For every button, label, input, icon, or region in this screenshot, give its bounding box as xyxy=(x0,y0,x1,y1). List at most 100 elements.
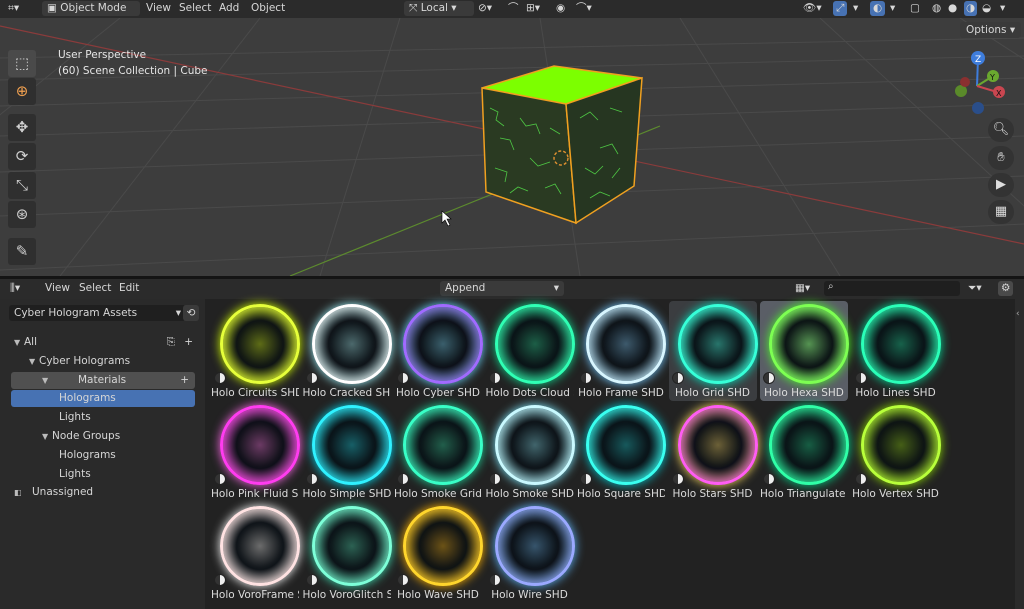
shading-solid-icon[interactable]: ● xyxy=(948,1,957,16)
asset-tile[interactable]: Holo Hexa SHD xyxy=(760,301,849,401)
asset-tile[interactable]: Holo Dots Cloud S... xyxy=(486,301,575,401)
asset-tile[interactable]: Holo Grid SHD xyxy=(668,301,758,401)
floor-grid xyxy=(0,18,1024,276)
ab-menu-select[interactable]: Select xyxy=(79,281,111,296)
cursor-tool[interactable]: ⊕ xyxy=(8,78,36,105)
perspective-label: User Perspective xyxy=(58,49,147,61)
asset-tile[interactable]: Holo Cracked SHD xyxy=(303,301,392,401)
import-mode-dropdown[interactable]: Append ▾ xyxy=(440,281,564,296)
scale-tool[interactable]: ⤡ xyxy=(8,172,36,199)
settings-gear-icon[interactable]: ⚙ xyxy=(998,281,1014,296)
ab-menu-view[interactable]: View xyxy=(45,281,70,296)
asset-tile[interactable]: Holo Square SHD xyxy=(577,402,666,502)
ab-menu-edit[interactable]: Edit xyxy=(119,281,139,296)
asset-tile[interactable]: Holo Wave SHD xyxy=(394,503,483,603)
asset-library-sidebar: Cyber Hologram Assets ▾ ⟲ ▼ All ⎘ + ▼ Cyber… xyxy=(0,299,205,609)
snap-icon[interactable]: ⌒ xyxy=(508,1,519,16)
tree-item-unassigned[interactable]: ◧ Unassigned xyxy=(14,484,93,501)
material-type-icon xyxy=(671,372,684,384)
collapse-triangle-icon[interactable]: ▼ xyxy=(14,334,24,351)
zoom-icon[interactable]: 🔍︎ xyxy=(988,118,1014,142)
tree-item-lights-nodes[interactable]: Lights xyxy=(59,466,91,483)
shading-wireframe-icon[interactable]: ◍ xyxy=(932,1,941,16)
asset-tile[interactable]: Holo VoroFrame S... xyxy=(211,503,300,603)
tree-item-holograms-nodes[interactable]: Holograms xyxy=(59,447,116,464)
move-tool[interactable]: ✥ xyxy=(8,114,36,141)
menu-object[interactable]: Object xyxy=(251,1,285,16)
overlays-icon[interactable]: ◐ xyxy=(870,1,886,16)
collapse-triangle-icon[interactable]: ▼ xyxy=(29,353,39,370)
menu-select[interactable]: Select xyxy=(179,1,211,16)
gizmo-toggle-icon[interactable]: ⤢ xyxy=(833,1,848,16)
shading-rendered-icon[interactable]: ◒ xyxy=(982,1,991,16)
transform-tool[interactable]: ⊛ xyxy=(8,201,36,228)
tree-item-all[interactable]: ▼ All ⎘ + xyxy=(14,334,199,351)
asset-editor-type-icon[interactable]: ⫼▾ xyxy=(10,281,20,296)
overlays-dropdown-icon[interactable]: ▾ xyxy=(890,1,895,16)
asset-tile[interactable]: Holo Pink Fluid SHD xyxy=(211,402,300,502)
gizmo-dropdown-icon[interactable]: ▾ xyxy=(853,1,858,16)
select-box-tool[interactable]: ⬚ xyxy=(8,50,36,77)
rotate-tool[interactable]: ⟳ xyxy=(8,143,36,170)
snap-target-icon[interactable]: ⊞▾ xyxy=(526,1,540,16)
proportional-edit-icon[interactable]: ◉ xyxy=(556,1,565,16)
asset-label: Holo Stars SHD xyxy=(672,488,753,500)
3d-viewport[interactable]: User Perspective (60) Scene Collection |… xyxy=(0,18,1024,276)
region-toggle[interactable]: ‹ xyxy=(1015,299,1024,609)
chevron-down-icon: ▾ xyxy=(553,282,559,294)
pan-hand-icon[interactable]: ✋︎ xyxy=(988,146,1014,170)
search-input[interactable]: ⌕ xyxy=(824,281,960,296)
asset-tile[interactable]: Holo Smoke SHD xyxy=(486,402,575,502)
asset-label: Holo Square SHD xyxy=(577,488,665,500)
falloff-icon[interactable]: ⌒▾ xyxy=(576,1,592,16)
library-dropdown[interactable]: Cyber Hologram Assets ▾ xyxy=(9,305,186,321)
asset-tile[interactable]: Holo Cyber SHD xyxy=(394,301,483,401)
asset-tile[interactable]: Holo Triangulate S... xyxy=(760,402,849,502)
material-type-icon xyxy=(488,372,501,384)
material-type-icon xyxy=(397,372,409,384)
navigation-gizmo[interactable]: Z Y X xyxy=(945,46,1015,122)
filter-icon[interactable]: ⏷▾ xyxy=(968,281,982,296)
asset-tile[interactable]: Holo Stars SHD xyxy=(669,402,758,502)
menu-view[interactable]: View xyxy=(146,1,171,16)
xray-icon[interactable]: ▢ xyxy=(910,1,920,16)
tree-item-lights-materials[interactable]: Lights xyxy=(59,409,91,426)
asset-tile[interactable]: Holo Circuits SHD xyxy=(211,301,300,401)
options-dropdown[interactable]: Options ▾ xyxy=(960,22,1022,38)
pivot-point-icon[interactable]: ⊘▾ xyxy=(478,1,492,16)
shading-dropdown-icon[interactable]: ▾ xyxy=(1000,1,1005,16)
asset-tile[interactable]: Holo VoroGlitch S... xyxy=(303,503,392,603)
asset-tile[interactable]: Holo Wire SHD xyxy=(486,503,575,603)
asset-label: Holo Hexa SHD xyxy=(764,387,844,399)
tree-item-holograms-materials[interactable]: Holograms xyxy=(11,390,195,407)
asset-tile[interactable]: Holo Vertex SHD xyxy=(852,402,941,502)
new-catalog-icon[interactable]: ⎘ xyxy=(167,334,175,351)
add-catalog-icon[interactable]: + xyxy=(184,334,193,351)
material-type-icon xyxy=(214,574,226,586)
collapse-triangle-icon[interactable]: ▼ xyxy=(11,372,52,389)
menu-add[interactable]: Add xyxy=(219,1,239,16)
camera-icon[interactable]: ▶ xyxy=(988,173,1014,197)
asset-label: Holo VoroFrame S... xyxy=(211,589,299,601)
asset-tile[interactable]: Holo Lines SHD xyxy=(852,301,941,401)
search-icon: ⌕ xyxy=(828,281,834,292)
shading-material-icon[interactable]: ◑ xyxy=(964,1,978,16)
tree-item-node-groups[interactable]: ▼ Node Groups xyxy=(42,428,120,445)
asset-tile[interactable]: Holo Smoke Grid ... xyxy=(394,402,483,502)
asset-grid: Holo Circuits SHD Holo Cracked SHD Holo Cy… xyxy=(205,299,1015,609)
mode-dropdown[interactable]: ▣ Object Mode ▾ xyxy=(42,1,140,29)
ortho-grid-icon[interactable]: ▦ xyxy=(988,200,1014,224)
tree-item-cyber-holograms[interactable]: ▼ Cyber Holograms xyxy=(29,353,130,370)
annotate-tool[interactable]: ✎ xyxy=(8,238,36,265)
editor-type-icon[interactable]: ⌗▾ xyxy=(8,1,19,16)
display-mode-icon[interactable]: ▦▾ xyxy=(795,281,810,296)
collapse-triangle-icon[interactable]: ▼ xyxy=(42,428,52,445)
chevron-left-icon[interactable]: ‹ xyxy=(1016,309,1020,319)
refresh-icon[interactable]: ⟲ xyxy=(183,305,199,321)
tree-item-materials[interactable]: ▼ Materials + xyxy=(11,372,195,389)
visibility-icon[interactable]: 👁▾ xyxy=(803,1,822,16)
add-catalog-icon[interactable]: + xyxy=(180,372,189,389)
asset-tile[interactable]: Holo Simple SHD xyxy=(303,402,392,502)
transform-orientation-dropdown[interactable]: ⤧ Local ▾ xyxy=(404,1,474,16)
asset-tile[interactable]: Holo Frame SHD xyxy=(577,301,666,401)
